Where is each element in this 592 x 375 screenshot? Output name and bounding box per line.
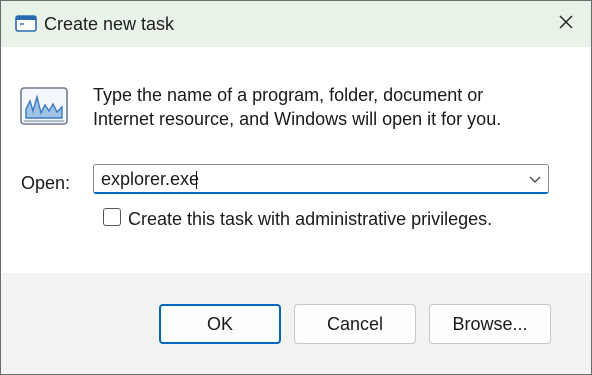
open-label: Open: xyxy=(21,173,71,193)
dialog-content: Type the name of a program, folder, docu… xyxy=(1,47,591,273)
ok-button[interactable]: OK xyxy=(159,304,281,344)
open-input[interactable]: explorer.exe xyxy=(101,169,199,190)
close-button[interactable] xyxy=(541,1,591,47)
create-new-task-dialog: Create new task Type the name of a progr… xyxy=(0,0,592,375)
description-text: Type the name of a program, folder, docu… xyxy=(93,83,563,131)
description-line-2: Internet resource, and Windows will open… xyxy=(93,109,502,129)
cancel-button[interactable]: Cancel xyxy=(294,304,416,344)
description-line-1: Type the name of a program, folder, docu… xyxy=(93,85,484,105)
title-bar[interactable]: Create new task xyxy=(1,1,591,47)
task-manager-icon xyxy=(20,87,68,127)
admin-privileges-label[interactable]: Create this task with administrative pri… xyxy=(128,209,492,230)
admin-privileges-checkbox[interactable] xyxy=(103,208,121,226)
text-cursor xyxy=(196,171,197,189)
run-icon xyxy=(15,14,37,34)
window-title: Create new task xyxy=(44,14,175,34)
close-icon xyxy=(558,14,574,35)
browse-button[interactable]: Browse... xyxy=(429,304,551,344)
open-combobox[interactable]: explorer.exe xyxy=(93,164,549,194)
chevron-down-icon[interactable] xyxy=(528,172,542,186)
